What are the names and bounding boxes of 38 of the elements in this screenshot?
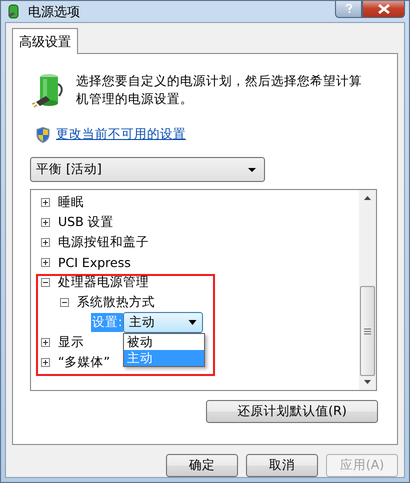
scroll-up-icon[interactable] <box>364 196 371 200</box>
scroll-thumb[interactable] <box>360 286 375 376</box>
dialog-button[interactable]: 确定 <box>166 454 238 477</box>
grip-icon <box>364 328 371 334</box>
collapse-icon[interactable] <box>41 278 50 286</box>
caret-icon <box>248 168 256 172</box>
question-mark-icon <box>344 3 352 14</box>
tree-item[interactable]: “多媒体” <box>58 354 110 370</box>
instruction-text: 选择您要自定义的电源计划，然后选择您希望计算机管理的电源设置。 <box>76 72 363 108</box>
restore-defaults-button[interactable]: 还原计划默认值(R) <box>206 400 378 423</box>
window-title: 电源选项 <box>28 4 80 20</box>
dropdown-option[interactable]: 被动 <box>124 334 204 350</box>
expand-icon[interactable] <box>41 198 50 206</box>
tree-item[interactable]: 系统散热方式 <box>77 294 155 310</box>
shield-icon <box>36 126 50 142</box>
tree-item[interactable]: 电源按钮和盖子 <box>58 234 149 250</box>
close-button[interactable] <box>362 1 405 18</box>
scroll-down-icon[interactable] <box>364 380 371 384</box>
change-settings-link[interactable]: 更改当前不可用的设置 <box>56 126 186 143</box>
setting-label: 设置: <box>91 312 124 332</box>
expand-icon[interactable] <box>41 358 50 366</box>
expand-icon[interactable] <box>41 338 50 346</box>
expand-icon[interactable] <box>41 238 50 246</box>
tree-item[interactable]: USB 设置 <box>58 214 114 230</box>
tree-item[interactable]: 显示 <box>58 334 84 350</box>
tree-item[interactable]: PCI Express <box>58 254 131 270</box>
caret-icon <box>188 320 198 324</box>
dialog-button[interactable]: 取消 <box>246 454 318 477</box>
tree-item[interactable]: 睡眠 <box>58 194 84 210</box>
expand-icon[interactable] <box>41 258 50 266</box>
value-dropdown[interactable]: 主动 <box>123 312 204 332</box>
close-icon <box>378 4 390 14</box>
collapse-icon[interactable] <box>60 298 69 306</box>
help-button[interactable] <box>335 1 362 18</box>
plan-dropdown[interactable]: 平衡 [活动] <box>30 157 265 182</box>
expand-icon[interactable] <box>41 218 50 226</box>
tree-item[interactable]: 处理器电源管理 <box>58 274 149 290</box>
tab[interactable]: 高级设置 <box>12 28 78 54</box>
